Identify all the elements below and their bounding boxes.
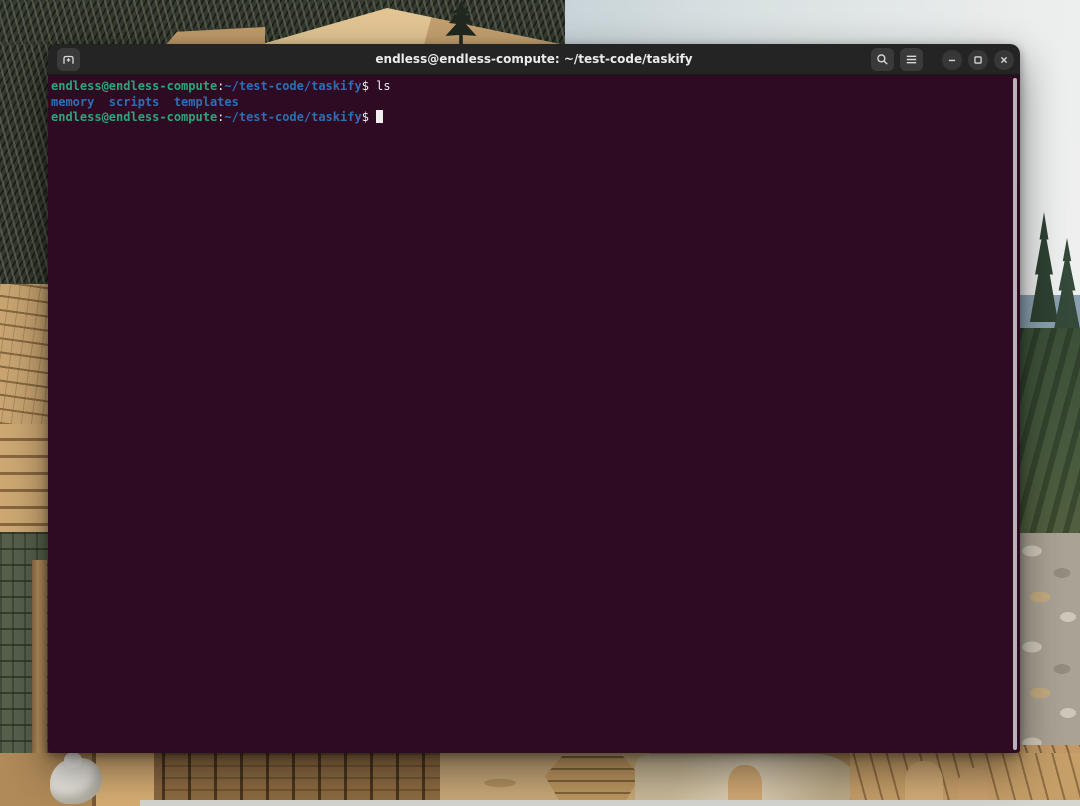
prompt-line: endless@endless-compute:~/test-code/task…: [51, 79, 1006, 95]
wallpaper-shed-beams: [0, 424, 52, 532]
close-button[interactable]: [994, 50, 1014, 70]
wallpaper-shed-shingles: [0, 284, 52, 424]
text-cursor: [376, 110, 383, 123]
terminal-window: endless@endless-compute: ~/test-code/tas…: [48, 44, 1020, 753]
current-prompt-line: endless@endless-compute:~/test-code/task…: [51, 110, 1006, 126]
menu-icon: [904, 52, 919, 67]
maximize-icon: [971, 53, 985, 67]
prompt-symbol: $: [362, 79, 376, 93]
wallpaper-rocky-slope: [1018, 533, 1080, 745]
window-title: endless@endless-compute: ~/test-code/tas…: [375, 52, 692, 66]
minimize-button[interactable]: [942, 50, 962, 70]
maximize-button[interactable]: [968, 50, 988, 70]
prompt-path: ~/test-code/taskify: [224, 110, 361, 124]
prompt-symbol: $: [362, 110, 376, 124]
search-button[interactable]: [871, 48, 894, 71]
terminal-screen[interactable]: endless@endless-compute:~/test-code/task…: [48, 75, 1020, 753]
wallpaper-dark-planks: [162, 753, 440, 806]
new-tab-icon: [61, 52, 76, 67]
close-icon: [997, 53, 1011, 67]
terminal-titlebar[interactable]: endless@endless-compute: ~/test-code/tas…: [48, 44, 1020, 75]
command-text: ls: [376, 79, 390, 93]
wallpaper-shed-twigs: [0, 44, 52, 284]
wallpaper-bright-plank: [92, 753, 162, 806]
new-tab-button[interactable]: [57, 48, 80, 71]
menu-button[interactable]: [900, 48, 923, 71]
wallpaper-fir-tree-right: [1028, 212, 1060, 337]
search-icon: [875, 52, 890, 67]
wallpaper-shed-post: [32, 560, 47, 764]
terminal-scrollbar[interactable]: [1013, 78, 1017, 750]
ls-output-line: memory scripts templates: [51, 95, 1006, 111]
prompt-user-host: endless@endless-compute: [51, 110, 217, 124]
minimize-icon: [945, 53, 959, 67]
wallpaper-bottom-edge: [140, 800, 1080, 806]
wallpaper-hexagon-box: [545, 756, 640, 806]
prompt-path: ~/test-code/taskify: [224, 79, 361, 93]
wallpaper-forest-right: [1018, 328, 1080, 533]
prompt-user-host: endless@endless-compute: [51, 79, 217, 93]
